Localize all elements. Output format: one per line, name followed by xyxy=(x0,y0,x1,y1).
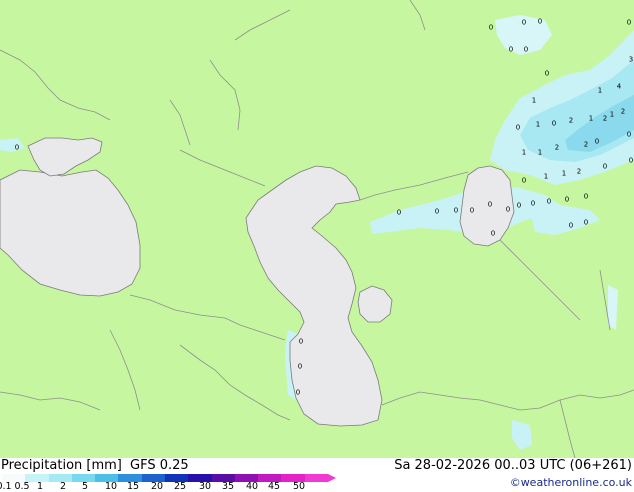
precip-value-label: 1 xyxy=(522,149,526,157)
precip-value-label: 0 xyxy=(516,124,520,132)
precip-value-label: 0 xyxy=(470,207,474,215)
legend-tick-label: 40 xyxy=(245,481,259,492)
precip-value-label: 0 xyxy=(595,138,599,146)
precip-value-label: 0 xyxy=(298,363,302,371)
legend-tick-label: 0.5 xyxy=(14,481,30,492)
precip-value-label: 0 xyxy=(584,193,588,201)
precip-value-label: 0 xyxy=(435,208,439,216)
precip-value-label: 1 xyxy=(598,87,602,95)
precipitation-map: 00 00 000131 4101 0 221 201 12 2 0001 1 200 0 0 000 0 0 0… xyxy=(0,0,634,458)
legend-tick-label: 0.1 xyxy=(0,481,12,492)
precip-value-label: 0 xyxy=(517,202,521,210)
precip-value-label: 0 xyxy=(524,46,528,54)
precip-value-label: 0 xyxy=(15,144,19,152)
precip-value-label: 1 xyxy=(589,115,593,123)
credit-link[interactable]: ©weatheronline.co.uk xyxy=(510,476,632,489)
precip-value-label: 3 xyxy=(629,56,633,64)
precip-value-label: 0 xyxy=(603,163,607,171)
legend-tick-label: 5 xyxy=(81,481,89,492)
precip-value-label: 0 xyxy=(569,222,573,230)
precip-value-label: 0 xyxy=(488,201,492,209)
precip-value-label: 0 xyxy=(506,206,510,214)
legend-tick-label: 2 xyxy=(59,481,67,492)
precip-value-label: 1 xyxy=(562,170,566,178)
legend-tick-label: 50 xyxy=(292,481,306,492)
legend-tick-label: 1 xyxy=(36,481,44,492)
precip-value-label: 2 xyxy=(569,117,573,125)
precip-value-label: 0 xyxy=(627,19,631,27)
precip-value-label: 0 xyxy=(565,196,569,204)
precip-value-label: 0 xyxy=(552,120,556,128)
precip-value-label: 0 xyxy=(491,230,495,238)
legend-tick-label: 35 xyxy=(221,481,235,492)
map-title: Precipitation [mm] GFS 0.25 xyxy=(1,458,193,473)
precip-value-label: 0 xyxy=(397,209,401,217)
precip-value-label: 0 xyxy=(489,24,493,32)
precip-value-label: 0 xyxy=(627,131,631,139)
legend-tick-label: 45 xyxy=(267,481,281,492)
precip-value-label: 2 xyxy=(555,144,559,152)
precip-value-label: 2 xyxy=(621,108,625,116)
precip-value-label: 1 xyxy=(538,149,542,157)
precip-value-label: 0 xyxy=(296,389,300,397)
precip-value-label: 0 xyxy=(299,338,303,346)
precip-value-label: 1 xyxy=(610,111,614,119)
precip-value-label: 0 xyxy=(629,157,633,165)
precip-value-label: 0 xyxy=(547,198,551,206)
precip-value-label: 0 xyxy=(531,200,535,208)
legend-tick-label: 20 xyxy=(150,481,164,492)
footer-bar: Precipitation [mm] GFS 0.25 Sa 28-02-202… xyxy=(0,458,634,492)
legend-tick-label: 15 xyxy=(126,481,140,492)
precip-value-label: 0 xyxy=(584,219,588,227)
precip-value-label: 0 xyxy=(454,207,458,215)
precip-value-label: 2 xyxy=(577,168,581,176)
precip-value-label: 1 xyxy=(532,97,536,105)
legend-tick-label: 30 xyxy=(198,481,212,492)
precip-value-label: 0 xyxy=(522,177,526,185)
title-precipitation: Precipitation [mm] xyxy=(1,458,122,473)
precip-value-label: 1 xyxy=(544,173,548,181)
forecast-datetime: Sa 28-02-2026 00..03 UTC (06+261) xyxy=(394,458,632,473)
precip-value-label: 0 xyxy=(509,46,513,54)
precip-value-label: 4 xyxy=(617,83,622,91)
precip-value-label: 1 xyxy=(536,121,540,129)
title-model: GFS 0.25 xyxy=(130,458,189,473)
precip-value-label: 2 xyxy=(584,141,588,149)
legend-tick-label: 25 xyxy=(173,481,187,492)
precip-value-label: 0 xyxy=(522,19,526,27)
legend-tick-label: 10 xyxy=(104,481,118,492)
precip-value-label: 0 xyxy=(545,70,549,78)
precip-value-label: 0 xyxy=(538,18,542,26)
precip-value-label: 2 xyxy=(603,115,607,123)
